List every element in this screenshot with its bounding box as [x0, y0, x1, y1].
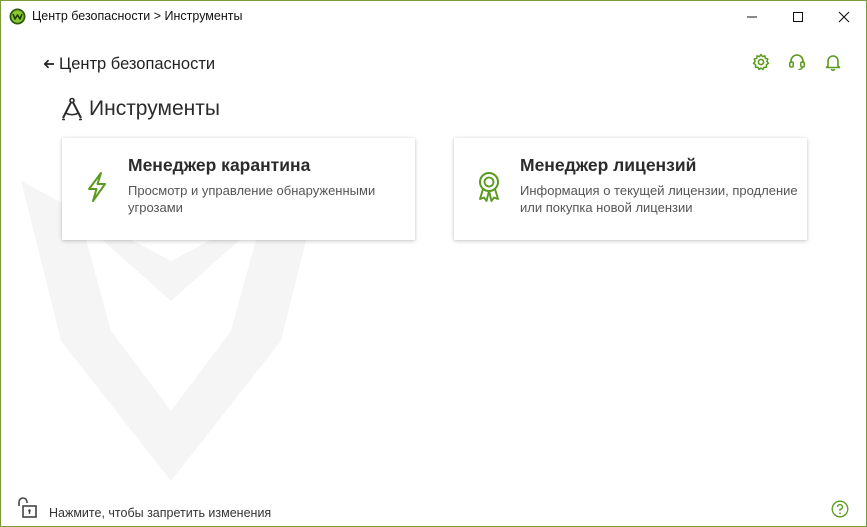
card-title: Менеджер карантина: [128, 155, 311, 175]
license-manager-card[interactable]: Менеджер лицензий Информация о текущей л…: [454, 138, 807, 240]
headset-icon: [789, 54, 805, 71]
bell-icon: [825, 55, 841, 71]
card-description: Просмотр и управление обнаруженными угро…: [128, 183, 376, 215]
maximize-icon: [793, 11, 803, 22]
page-header: Инструменты: [59, 95, 220, 123]
close-button[interactable]: [821, 1, 866, 32]
arrow-left-icon: [43, 59, 54, 69]
lock-status-text[interactable]: Нажмите, чтобы запретить изменения: [49, 506, 271, 520]
app-logo-icon: [9, 8, 26, 25]
minimize-button[interactable]: [729, 1, 775, 32]
unlocked-padlock-icon[interactable]: [15, 496, 39, 520]
back-link[interactable]: Центр безопасности: [43, 53, 215, 75]
notifications-button[interactable]: [823, 52, 843, 72]
compass-tools-icon: [62, 97, 82, 121]
help-icon[interactable]: [831, 500, 849, 518]
award-ribbon-icon: [479, 172, 499, 202]
card-title: Менеджер лицензий: [520, 155, 697, 175]
close-icon: [838, 11, 850, 22]
window-title: Центр безопасности > Инструменты: [32, 9, 243, 23]
lightning-icon: [88, 172, 106, 202]
settings-button[interactable]: [751, 52, 771, 72]
support-button[interactable]: [787, 52, 807, 72]
back-link-label: Центр безопасности: [59, 54, 216, 73]
maximize-button[interactable]: [775, 1, 821, 32]
minimize-icon: [747, 16, 757, 17]
gear-icon: [752, 53, 770, 71]
quarantine-manager-card[interactable]: Менеджер карантина Просмотр и управление…: [62, 138, 415, 240]
card-description: Информация о текущей лицензии, продление…: [520, 183, 798, 215]
app-window: Центр безопасности > Инструменты Центр б…: [0, 0, 867, 527]
page-title: Инструменты: [89, 97, 220, 120]
title-bar[interactable]: Центр безопасности > Инструменты: [1, 1, 866, 32]
